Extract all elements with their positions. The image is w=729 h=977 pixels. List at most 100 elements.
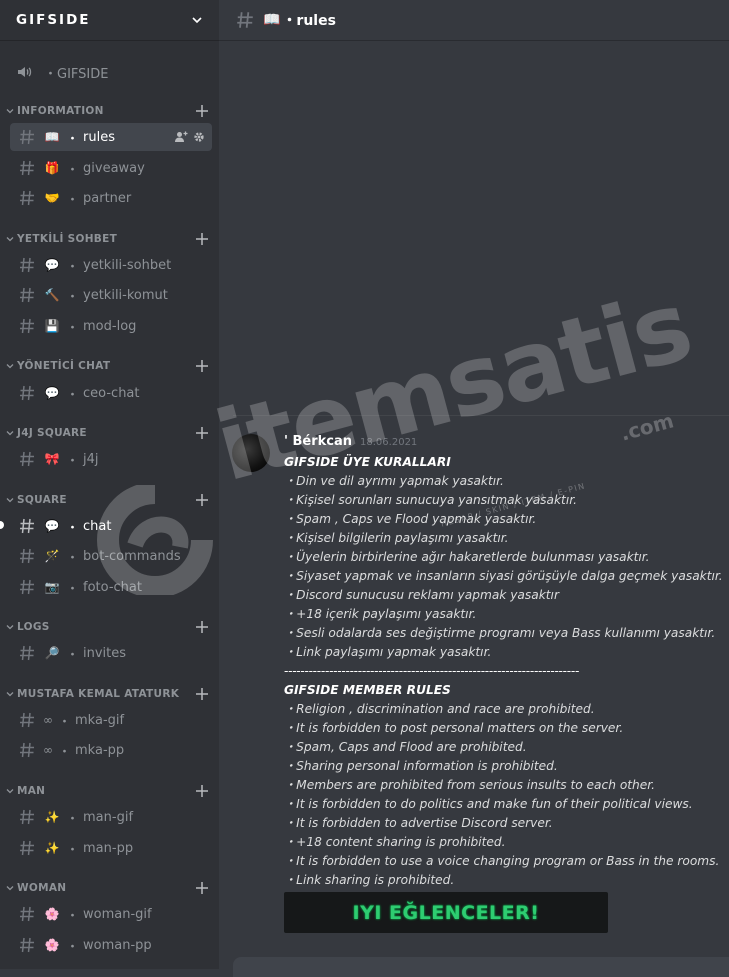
category-j4j-square[interactable]: J4J SQUARE — [6, 423, 211, 443]
category-square[interactable]: SQUARE — [6, 490, 211, 510]
hash-icon — [20, 257, 34, 273]
separator-dot: ・ — [66, 811, 80, 827]
separator-dot: ・ — [66, 939, 80, 955]
caret-down-icon — [6, 789, 14, 794]
category-logs[interactable]: LOGS — [6, 617, 211, 637]
caret-down-icon — [6, 431, 14, 436]
category-label: MAN — [17, 785, 46, 797]
separator-dot: ・ — [66, 131, 80, 147]
channel-woman-pp[interactable]: 🌸 ・ woman-pp — [10, 931, 212, 959]
channel-man-gif[interactable]: ✨ ・ man-gif — [10, 803, 212, 831]
add-member-icon[interactable] — [174, 130, 188, 144]
plus-icon[interactable] — [195, 620, 209, 634]
gift-icon: 🎁 — [44, 161, 60, 175]
message-content: GIFSIDE ÜYE KURALLARI ・Din ve dil ayrımı… — [284, 453, 724, 890]
channel-bot-commands[interactable]: 🪄 ・ bot-commands — [10, 542, 212, 570]
rule-line: ・Discord sunucusu reklamı yapmak yasaktı… — [284, 588, 559, 602]
voice-channel-gifside[interactable]: ・GIFSIDE — [16, 60, 108, 84]
plus-icon[interactable] — [195, 881, 209, 895]
server-header[interactable]: GIFSIDE — [0, 0, 219, 40]
separator-dot: ・ — [66, 453, 80, 469]
category-mustafa-kemal-ataturk[interactable]: MUSTAFA KEMAL ATATURK — [6, 684, 211, 704]
rule-line: ・Kişisel bilgilerin paylaşımı yasaktır. — [284, 531, 509, 545]
hash-icon — [20, 645, 34, 661]
hash-icon — [20, 809, 34, 825]
channel-title: ・rules — [282, 13, 336, 29]
plus-icon[interactable] — [195, 104, 209, 118]
hash-icon — [20, 385, 34, 401]
magnifier-icon: 🔎 — [44, 646, 60, 660]
plus-icon[interactable] — [195, 493, 209, 507]
channel-mka-gif[interactable]: ∞ ・ mka-gif — [10, 706, 212, 734]
hash-icon — [20, 451, 34, 467]
separator-dot: ・ — [66, 581, 80, 597]
channel-name: partner — [83, 190, 132, 206]
channel-partner[interactable]: 🤝 ・ partner — [10, 184, 212, 212]
channel-name: chat — [83, 518, 112, 534]
voice-channel-label: ・GIFSIDE — [44, 66, 109, 82]
category-label: INFORMATION — [17, 105, 104, 117]
category-man[interactable]: MAN — [6, 781, 211, 801]
caret-down-icon — [6, 109, 14, 114]
channel-mka-pp[interactable]: ∞ ・ mka-pp — [10, 736, 212, 764]
channel-chat[interactable]: 💬 ・ chat — [10, 512, 212, 540]
hash-icon — [20, 548, 34, 564]
plus-icon[interactable] — [195, 232, 209, 246]
plus-icon[interactable] — [195, 426, 209, 440]
chevron-down-icon — [192, 17, 202, 24]
separator-dot: ・ — [66, 647, 80, 663]
speaker-icon — [18, 67, 32, 77]
rule-line: ・It is forbidden to advertise Discord se… — [284, 816, 553, 830]
separator-dot: ・ — [66, 842, 80, 858]
category-yetkili-sohbet[interactable]: YETKİLİ SOHBET — [6, 229, 211, 249]
hash-icon — [20, 129, 34, 145]
channel-name: j4j — [83, 451, 99, 467]
rule-line: ・Members are prohibited from serious ins… — [284, 778, 656, 792]
channel-j4j[interactable]: 🎀 ・ j4j — [10, 445, 212, 473]
channel-name: bot-commands — [83, 548, 181, 564]
channel-name: rules — [83, 129, 115, 145]
channel-giveaway[interactable]: 🎁 ・ giveaway — [10, 154, 212, 182]
message-input[interactable] — [233, 957, 729, 977]
server-name: GIFSIDE — [16, 12, 91, 28]
rule-line: ・It is forbidden to post personal matter… — [284, 721, 624, 735]
channel-ceo-chat[interactable]: 💬 ・ ceo-chat — [10, 379, 212, 407]
message-banner-image[interactable]: IYI EĞLENCELER! — [284, 892, 608, 933]
handshake-icon: 🤝 — [44, 191, 60, 205]
category-label: YÖNETİCİ CHAT — [17, 360, 111, 372]
channel-mod-log[interactable]: 💾 ・ mod-log — [10, 312, 212, 340]
separator-dot: ・ — [66, 387, 80, 403]
ribbon-icon: 🎀 — [44, 452, 60, 466]
separator-dot: ・ — [66, 550, 80, 566]
caret-down-icon — [6, 364, 14, 369]
channel-name: yetkili-sohbet — [83, 257, 172, 273]
rule-line: ・Spam , Caps ve Flood yapmak yasaktır. — [284, 512, 537, 526]
channel-name: woman-gif — [83, 906, 152, 922]
separator-dot: ・ — [58, 714, 72, 730]
separator-dot: ・ — [66, 320, 80, 336]
channel-man-pp[interactable]: ✨ ・ man-pp — [10, 834, 212, 862]
rule-line: ・It is forbidden to do politics and make… — [284, 797, 693, 811]
category-yonetici-chat[interactable]: YÖNETİCİ CHAT — [6, 356, 211, 376]
channel-yetkili-komut[interactable]: 🔨 ・ yetkili-komut — [10, 281, 212, 309]
plus-icon[interactable] — [195, 784, 209, 798]
category-information[interactable]: INFORMATION — [6, 101, 211, 121]
channel-invites[interactable]: 🔎 ・ invites — [10, 639, 212, 667]
plus-icon[interactable] — [195, 359, 209, 373]
rule-line: ・Link paylaşımı yapmak yasaktır. — [284, 645, 492, 659]
dashed-separator: ----------------------------------------… — [284, 664, 580, 678]
channel-woman-gif[interactable]: 🌸 ・ woman-gif — [10, 900, 212, 928]
channel-rules[interactable]: 📖 ・ rules — [10, 123, 212, 151]
gear-icon[interactable] — [192, 130, 206, 144]
rule-line: ・Sharing personal information is prohibi… — [284, 759, 558, 773]
category-woman[interactable]: WOMAN — [6, 878, 211, 898]
separator-dot: ・ — [66, 520, 80, 536]
channel-yetkili-sohbet[interactable]: 💬 ・ yetkili-sohbet — [10, 251, 212, 279]
hash-icon — [20, 518, 34, 534]
banner-text: IYI EĞLENCELER! — [352, 901, 540, 924]
channel-name: woman-pp — [83, 937, 152, 953]
plus-icon[interactable] — [195, 687, 209, 701]
channel-foto-chat[interactable]: 📷 ・ foto-chat — [10, 573, 212, 601]
channel-name: man-gif — [83, 809, 134, 825]
rule-line: ・+18 içerik paylaşımı yasaktır. — [284, 607, 477, 621]
